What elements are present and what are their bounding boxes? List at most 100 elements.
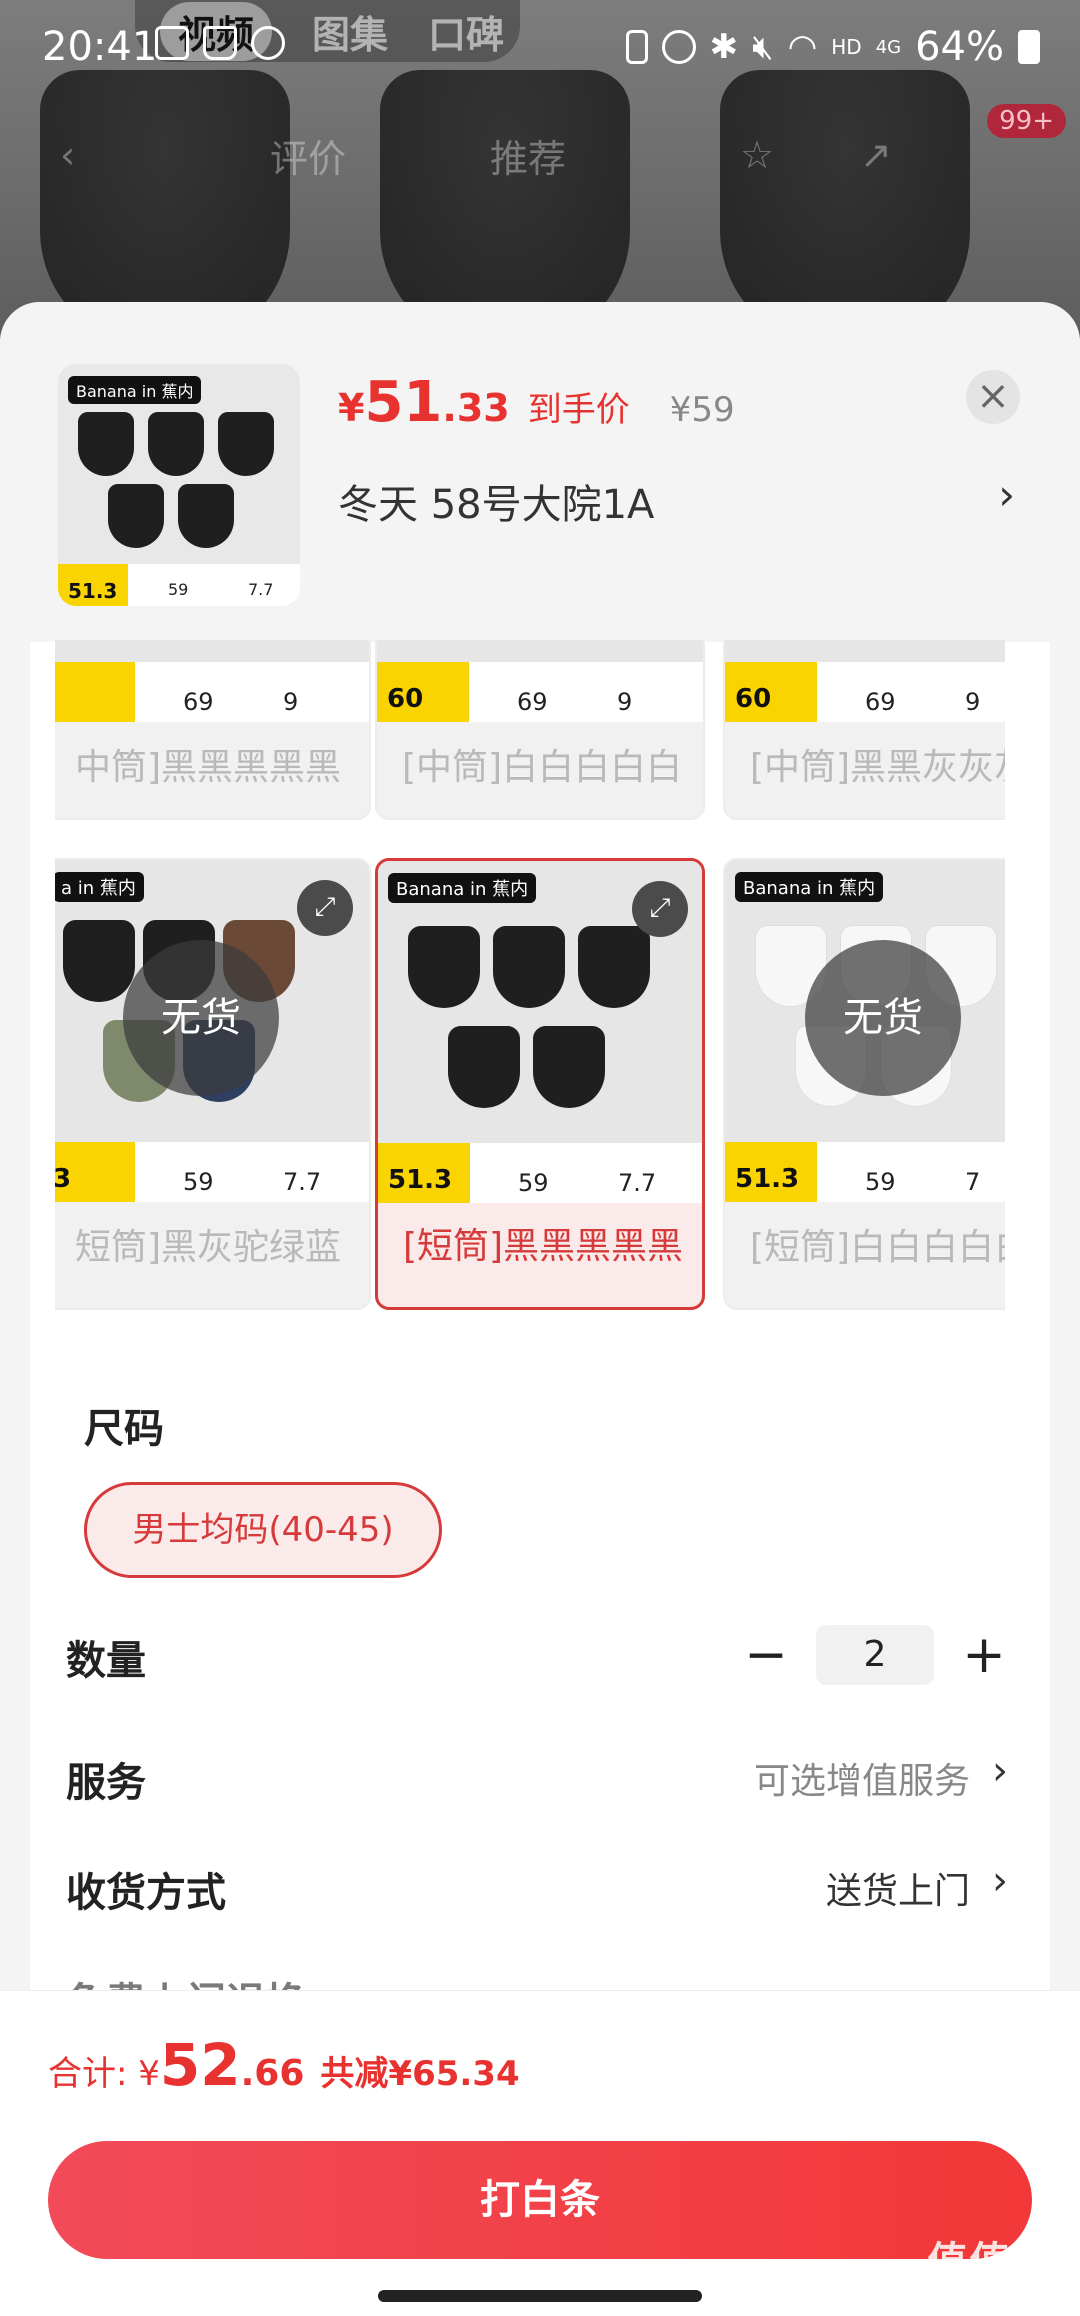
baitiao-pay-button[interactable]: 打白条 [48, 2141, 1032, 2259]
product-thumbnail[interactable]: Banana in 蕉内 51.3 59 7.7 [58, 364, 300, 606]
quantity-input[interactable]: 2 [816, 1625, 934, 1685]
hd-label: HD [831, 35, 862, 59]
gallery-notification-icon [155, 26, 189, 60]
variant-price-n1: 69 [865, 688, 896, 716]
variant-card[interactable]: 60 69 9 [中筒]白白白白白 [375, 640, 705, 820]
back-icon: ‹ [60, 133, 76, 177]
star-icon: ☆ [740, 133, 775, 177]
variant-label: [中筒]白白白白白 [401, 747, 683, 788]
price-integer: 51 [364, 370, 443, 435]
total-label: 合计: ¥ [48, 2054, 160, 2094]
total-price: 合计: ¥ 52 .66 共减¥65.34 [48, 2031, 520, 2099]
delivery-value: 送货上门 [825, 1871, 970, 1912]
variant-image: Banana in 蕉内 ⤢ [378, 861, 702, 1161]
variant-price-n2: 9 [283, 688, 299, 716]
out-of-stock-badge: 无货 [123, 940, 279, 1096]
chevron-right-icon: › [992, 1858, 1008, 1904]
watermark-site: zhizhizhi.com [922, 2287, 1058, 2311]
sock-black [493, 926, 565, 1008]
expand-icon[interactable]: ⤢ [297, 880, 353, 936]
thumb-brand-tag: Banana in 蕉内 [68, 376, 202, 404]
service-row[interactable]: 服务 可选增值服务 › [66, 1734, 1016, 1814]
sheet-header: Banana in 蕉内 51.3 59 7.7 ¥ 51 .33 到手价 ¥5… [0, 302, 1080, 642]
system-icons: ✱ 🔇︎ ◠ HD 4G 64% [625, 24, 1040, 70]
battery-percent: 64% [915, 24, 1004, 70]
variant-price [55, 662, 135, 722]
battery-saver-icon [625, 30, 648, 64]
background-nav: ‹ 评价 推荐 ☆ ↗ [0, 120, 1080, 190]
variant-card[interactable]: a in 蕉内 ⤢ 无货 3 59 7.7 短筒]黑灰驼绿蓝 [55, 858, 371, 1310]
variant-label: 中筒]黑黑黑黑黑 [74, 747, 342, 788]
chevron-right-icon: › [992, 1748, 1008, 1794]
message-badge: 99+ [987, 104, 1066, 138]
bluetooth-icon: ✱ [709, 27, 739, 67]
brand-tag: Banana in 蕉内 [735, 872, 884, 902]
variant-price: 60 [377, 662, 469, 722]
minus-button[interactable]: − [736, 1625, 796, 1685]
size-title: 尺码 [84, 1406, 164, 1452]
brand-tag: a in 蕉内 [55, 872, 144, 902]
variant-price-n2: 9 [617, 688, 633, 716]
delivery-address[interactable]: 冬天 58号大院1A [338, 472, 654, 530]
quantity-stepper: − 2 + [736, 1624, 1014, 1686]
variant-image: Banana in 蕉内 ⤢ 无货 [725, 860, 1005, 1160]
delivery-method-row[interactable]: 收货方式 送货上门 › [66, 1844, 1016, 1924]
sock-black [533, 1026, 605, 1108]
watermark-logo: 值值值 [927, 2239, 1054, 2285]
close-icon[interactable]: × [966, 370, 1020, 424]
currency-symbol: ¥ [338, 386, 365, 430]
thumb-sock [148, 412, 204, 476]
original-price: ¥59 [669, 390, 735, 430]
total-integer: 52 [159, 2031, 241, 2099]
home-indicator[interactable] [378, 2290, 702, 2302]
mute-icon: 🔇︎ [752, 27, 774, 67]
background-sock-image [720, 70, 970, 330]
status-time: 20:41 [42, 24, 158, 70]
status-bar: 20:41 ✱ 🔇︎ ◠ HD 4G 64% [0, 0, 1080, 95]
variant-price-n1: 69 [517, 688, 548, 716]
variant-card-selected[interactable]: Banana in 蕉内 ⤢ 51.3 59 7.7 [短筒]黑黑黑黑黑 [375, 858, 705, 1310]
variant-label: [短筒]黑黑黑黑黑 [402, 1226, 684, 1267]
variant-price: 60 [725, 662, 817, 722]
thumb-sock [178, 484, 234, 548]
variant-price-bar: 69 9 [55, 662, 369, 722]
sock-black [63, 920, 135, 1002]
variant-price-n2: 9 [965, 688, 981, 716]
out-of-stock-badge: 无货 [805, 940, 961, 1096]
thumb-sock [218, 412, 274, 476]
variant-card[interactable]: 69 9 中筒]黑黑黑黑黑 [55, 640, 371, 820]
sock-black [408, 926, 480, 1008]
variant-card[interactable]: Banana in 蕉内 ⤢ 无货 51.3 59 7 [短筒]白白白白白 [723, 858, 1005, 1310]
service-value: 可选增值服务 [753, 1761, 970, 1802]
variant-price-n1: 69 [183, 688, 214, 716]
thumb-price: 51.3 [58, 564, 128, 606]
variant-label: [短筒]白白白白白 [749, 1227, 1005, 1268]
quantity-label: 数量 [66, 1638, 146, 1684]
thumb-price-bar: 51.3 59 7.7 [58, 564, 300, 606]
variant-image: a in 蕉内 ⤢ 无货 [55, 860, 369, 1160]
share-icon: ↗ [860, 133, 892, 177]
size-option-selected[interactable]: 男士均码(40-45) [84, 1482, 442, 1578]
wifi-icon: ◠ [787, 27, 818, 67]
background-sock-image [380, 70, 630, 330]
thumb-sock [108, 484, 164, 548]
variant-price-bar: 60 69 9 [377, 662, 703, 722]
background-sock-image [40, 70, 290, 330]
thumb-price-n1: 59 [168, 580, 189, 599]
total-saving: 共减¥65.34 [320, 2054, 520, 2094]
plus-button[interactable]: + [954, 1625, 1014, 1685]
notification-icons [155, 26, 285, 60]
battery-icon [1018, 30, 1040, 64]
variant-label: 短筒]黑灰驼绿蓝 [74, 1227, 342, 1268]
thumb-sock [78, 412, 134, 476]
variant-grid: 69 9 中筒]黑黑黑黑黑 60 69 9 [中筒]白白白白白 60 69 9 … [55, 640, 1005, 1330]
variant-price-bar: 60 69 9 [725, 662, 1005, 722]
sock-black [448, 1026, 520, 1108]
expand-icon[interactable]: ⤢ [632, 881, 688, 937]
price-line: ¥ 51 .33 到手价 ¥59 [338, 370, 735, 435]
sock-black [578, 926, 650, 1008]
service-label: 服务 [66, 1760, 146, 1806]
address-chevron-icon[interactable]: › [998, 470, 1015, 519]
alarm-icon [661, 30, 696, 64]
variant-card[interactable]: 60 69 9 [中筒]黑黑灰灰灰 [723, 640, 1005, 820]
